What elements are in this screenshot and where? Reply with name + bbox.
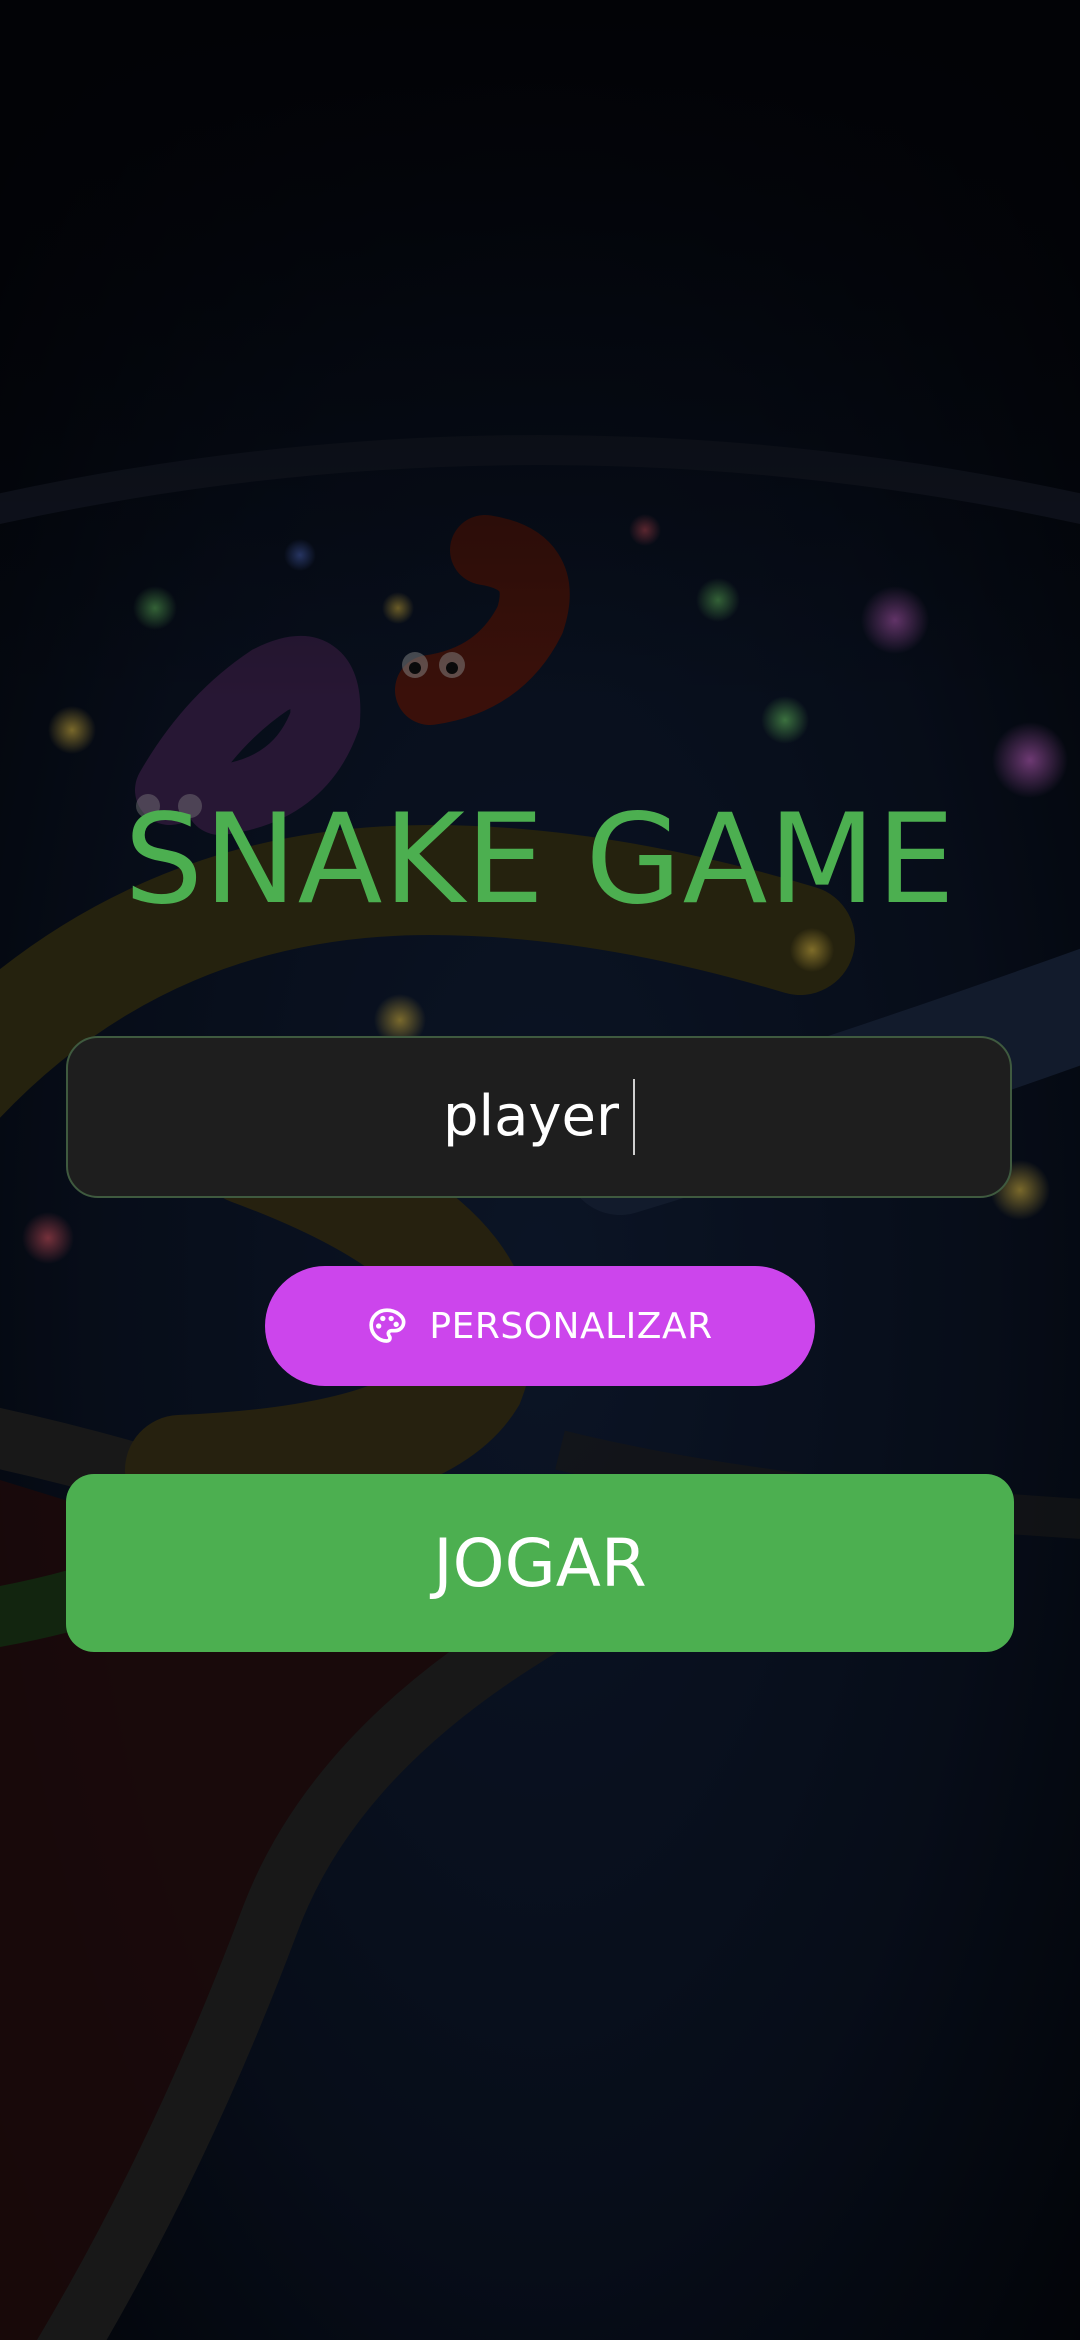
customize-button[interactable]: PERSONALIZAR: [265, 1266, 815, 1386]
player-name-value: player: [442, 1084, 620, 1149]
text-caret: [633, 1079, 636, 1155]
play-button[interactable]: JOGAR: [66, 1474, 1014, 1652]
palette-icon: [367, 1306, 407, 1346]
game-title: SNAKE GAME: [124, 788, 956, 932]
play-button-label: JOGAR: [433, 1524, 647, 1602]
player-name-input[interactable]: player: [66, 1036, 1012, 1198]
customize-button-label: PERSONALIZAR: [429, 1305, 713, 1347]
